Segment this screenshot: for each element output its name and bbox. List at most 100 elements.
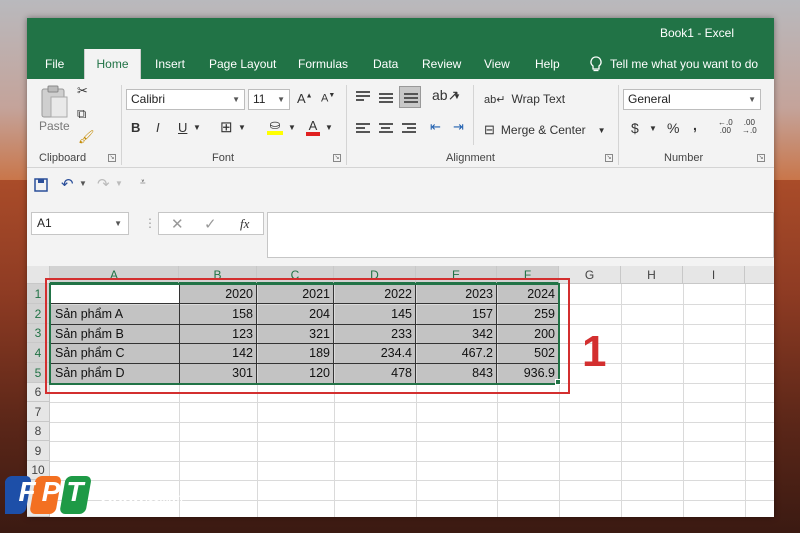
cell-e1[interactable]: 2023 <box>417 284 497 304</box>
redo-dropdown-icon[interactable]: ▼ <box>115 179 123 188</box>
cell-a3[interactable]: Sản phẩm B <box>51 325 179 343</box>
cell-e4[interactable]: 467.2 <box>417 344 497 363</box>
row-header-5[interactable]: 5 <box>27 363 50 383</box>
fill-handle[interactable] <box>555 379 561 385</box>
increase-font-icon[interactable]: A▲ <box>297 91 313 106</box>
cell-f5[interactable]: 936.9 <box>498 364 559 383</box>
font-color-icon[interactable]: A <box>306 118 320 136</box>
cell-a5[interactable]: Sản phẩm D <box>51 364 179 383</box>
font-launcher-icon[interactable]: ↘ <box>333 154 341 162</box>
cell-c1[interactable]: 2021 <box>258 284 334 304</box>
row-header-6[interactable]: 6 <box>27 383 50 402</box>
save-icon[interactable] <box>34 178 48 192</box>
underline-dropdown-icon[interactable]: ▼ <box>193 123 201 132</box>
cell-b3[interactable]: 123 <box>180 325 257 343</box>
fill-dropdown-icon[interactable]: ▼ <box>288 123 296 132</box>
cell-d1[interactable]: 2022 <box>335 284 416 304</box>
decrease-font-icon[interactable]: A▼ <box>321 92 335 105</box>
paste-button[interactable]: Paste <box>39 85 70 133</box>
cell-e2[interactable]: 157 <box>417 305 497 324</box>
percent-button[interactable]: % <box>667 120 679 136</box>
cell-b1[interactable]: 2020 <box>180 284 257 304</box>
tab-insert[interactable]: Insert <box>155 49 185 79</box>
undo-dropdown-icon[interactable]: ▼ <box>79 179 87 188</box>
column-header-a[interactable]: A <box>50 266 179 284</box>
enter-icon[interactable]: ✓ <box>204 215 217 233</box>
column-header-g[interactable]: G <box>559 266 621 284</box>
tab-page-layout[interactable]: Page Layout <box>209 49 276 79</box>
clipboard-launcher-icon[interactable]: ↘ <box>108 154 116 162</box>
underline-button[interactable]: U <box>178 120 187 135</box>
merge-center-button[interactable]: ⊟ Merge & Center ▼ <box>484 122 606 138</box>
cell-e3[interactable]: 342 <box>417 325 497 343</box>
bold-button[interactable]: B <box>131 120 140 135</box>
column-header-d[interactable]: D <box>334 266 416 284</box>
row-header-3[interactable]: 3 <box>27 324 50 343</box>
cell-c5[interactable]: 120 <box>258 364 334 383</box>
tab-formulas[interactable]: Formulas <box>298 49 348 79</box>
cell-a4[interactable]: Sản phẩm C <box>51 344 179 363</box>
align-top-icon[interactable] <box>356 91 370 103</box>
cell-d4[interactable]: 234.4 <box>335 344 416 363</box>
cell-f1[interactable]: 2024 <box>498 284 559 304</box>
cell-c2[interactable]: 204 <box>258 305 334 324</box>
column-header-j[interactable] <box>745 266 774 284</box>
cell-b5[interactable]: 301 <box>180 364 257 383</box>
format-painter-icon[interactable]: 🖌 <box>78 129 95 145</box>
font-color-dropdown-icon[interactable]: ▼ <box>325 123 333 132</box>
cell-d2[interactable]: 145 <box>335 305 416 324</box>
borders-icon[interactable]: ⊞ <box>220 118 233 136</box>
column-header-i[interactable]: I <box>683 266 745 284</box>
currency-dropdown-icon[interactable]: ▼ <box>649 124 657 133</box>
cell-a1[interactable] <box>51 284 179 304</box>
font-size-select[interactable]: 11 ▼ <box>248 89 290 110</box>
cell-e5[interactable]: 843 <box>417 364 497 383</box>
borders-dropdown-icon[interactable]: ▼ <box>238 123 246 132</box>
align-right-icon[interactable] <box>402 123 416 135</box>
cell-f2[interactable]: 259 <box>498 305 559 324</box>
customize-qat-icon[interactable]: ⩡ <box>140 177 146 188</box>
italic-button[interactable]: I <box>156 120 160 135</box>
tab-file[interactable]: File <box>45 49 64 79</box>
tab-view[interactable]: View <box>484 49 510 79</box>
increase-indent-icon[interactable]: ⇥ <box>453 119 464 135</box>
comma-button[interactable]: , <box>693 117 697 133</box>
alignment-launcher-icon[interactable]: ↘ <box>605 154 613 162</box>
tab-data[interactable]: Data <box>373 49 398 79</box>
insert-function-button[interactable]: fx <box>240 216 249 232</box>
cell-d5[interactable]: 478 <box>335 364 416 383</box>
cell-d3[interactable]: 233 <box>335 325 416 343</box>
row-header-1[interactable]: 1 <box>27 284 50 304</box>
fill-color-icon[interactable]: ⛀ <box>267 117 283 135</box>
align-center-icon[interactable] <box>379 123 393 135</box>
copy-icon[interactable]: ⧉ <box>77 106 86 122</box>
cell-f3[interactable]: 200 <box>498 325 559 343</box>
row-header-2[interactable]: 2 <box>27 304 50 324</box>
align-bottom-button[interactable] <box>399 86 421 108</box>
font-name-select[interactable]: Calibri ▼ <box>126 89 245 110</box>
tell-me-box[interactable]: Tell me what you want to do <box>590 49 758 79</box>
column-header-h[interactable]: H <box>621 266 683 284</box>
merge-dropdown-icon[interactable]: ▼ <box>598 126 606 135</box>
row-header-4[interactable]: 4 <box>27 343 50 363</box>
wrap-text-button[interactable]: ab↵ Wrap Text <box>484 92 565 106</box>
column-header-b[interactable]: B <box>179 266 257 284</box>
name-box[interactable]: A1 ▼ <box>31 212 129 235</box>
column-header-c[interactable]: C <box>257 266 334 284</box>
formula-input[interactable] <box>267 212 774 258</box>
row-header-7[interactable]: 7 <box>27 402 50 422</box>
align-middle-icon[interactable] <box>379 93 393 105</box>
tab-help[interactable]: Help <box>535 49 560 79</box>
tab-home[interactable]: Home <box>84 49 141 79</box>
decrease-indent-icon[interactable]: ⇤ <box>430 119 441 135</box>
undo-icon[interactable]: ↶ <box>61 175 74 193</box>
number-format-select[interactable]: General ▼ <box>623 89 761 110</box>
tab-review[interactable]: Review <box>422 49 461 79</box>
cell-b2[interactable]: 158 <box>180 305 257 324</box>
increase-decimal-icon[interactable]: ←.0.00 <box>718 119 733 135</box>
orientation-dropdown-icon[interactable]: ▼ <box>453 92 461 101</box>
select-all-corner[interactable] <box>27 266 50 284</box>
cell-f4[interactable]: 502 <box>498 344 559 363</box>
cancel-icon[interactable]: ✕ <box>171 215 184 233</box>
row-header-9[interactable]: 9 <box>27 441 50 461</box>
